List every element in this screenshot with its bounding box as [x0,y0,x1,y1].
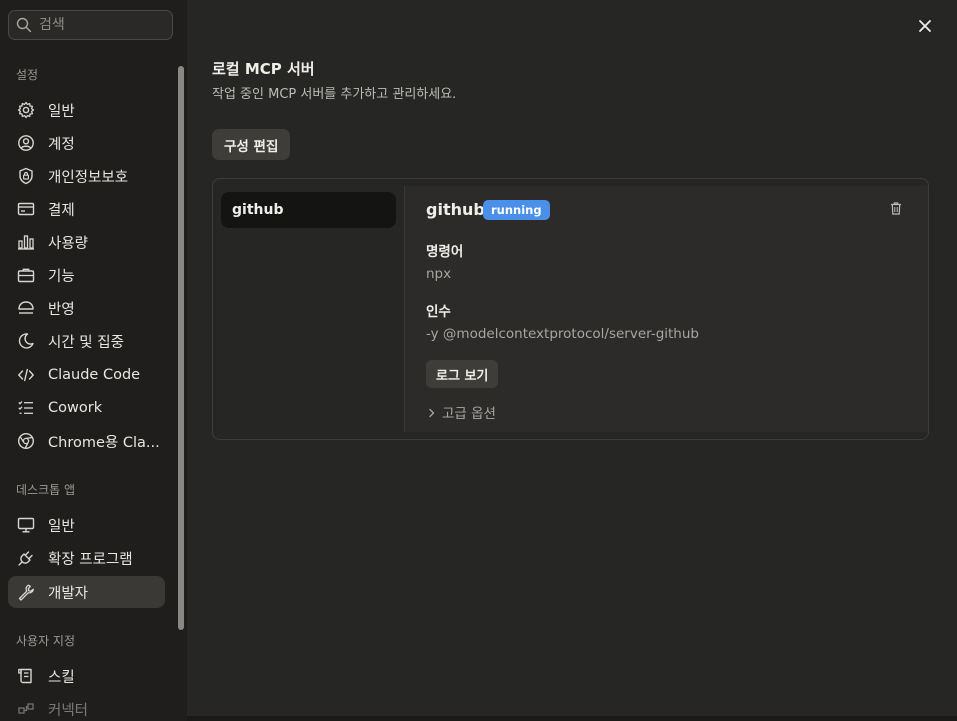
window-bottom-edge [187,716,957,721]
sidebar-item-skills[interactable]: 스킬 [8,660,165,692]
sidebar-item-label: 스킬 [48,669,75,686]
server-list-item-github[interactable]: github [221,192,396,228]
sidebar-item-connectors[interactable]: 커넥터 [8,693,165,721]
sidebar-item-billing[interactable]: 결제 [8,193,165,225]
args-value: -y @modelcontextprotocol/server-github [426,326,699,342]
sidebar-item-label: 반영 [48,301,75,318]
user-circle-icon [17,134,35,152]
main-content: 로컬 MCP 서버 작업 중인 MCP 서버를 추가하고 관리하세요. 구성 편… [187,0,957,721]
command-value: npx [426,266,452,282]
close-button[interactable] [914,16,936,38]
args-label: 인수 [426,304,451,320]
scroll-icon [17,667,35,685]
sidebar-scrollbar[interactable] [178,66,184,630]
delete-server-button[interactable] [889,200,903,219]
search-input[interactable] [39,17,159,33]
command-label: 명령어 [426,244,464,260]
close-icon [918,18,932,37]
sidebar-item-time-focus[interactable]: 시간 및 집중 [8,325,165,357]
sidebar-item-label: 일반 [48,103,75,120]
sidebar-item-features[interactable]: 기능 [8,259,165,291]
server-name: github [232,202,284,218]
globe-icon [17,432,35,450]
sidebar-item-label: 시간 및 집중 [48,334,124,351]
section-label-settings: 설정 [16,68,39,82]
umbrella-icon [17,299,35,317]
sidebar-item-label: 계정 [48,136,75,153]
chevron-right-icon [428,403,436,422]
sidebar-item-general[interactable]: 일반 [8,94,165,126]
sidebar-item-extensions[interactable]: 확장 프로그램 [8,542,165,574]
sidebar-item-label: 기능 [48,268,75,285]
sidebar-item-label: 개발자 [48,585,89,602]
sidebar-item-claude-code[interactable]: Claude Code [8,359,165,391]
code-icon [17,366,35,384]
trash-icon [890,200,902,219]
page-subtitle: 작업 중인 MCP 서버를 추가하고 관리하세요. [212,87,457,102]
connector-icon [17,700,35,718]
gear-icon [17,101,35,119]
sidebar-item-reflection[interactable]: 반영 [8,292,165,324]
sidebar-item-privacy[interactable]: 개인정보보호 [8,160,165,192]
plug-icon [17,549,35,567]
status-badge: running [483,200,550,220]
moon-icon [17,332,35,350]
server-detail: github running 명령어 npx 인수 -y @modelconte… [404,186,928,432]
bar-chart-icon [17,233,35,251]
sidebar-item-cowork[interactable]: Cowork [8,392,165,424]
monitor-icon [17,516,35,534]
search-box[interactable] [8,10,173,40]
edit-config-button[interactable]: 구성 편집 [212,129,291,160]
sidebar-item-developer[interactable]: 개발자 [8,576,165,608]
view-logs-button[interactable]: 로그 보기 [426,360,499,388]
page-title: 로컬 MCP 서버 [212,60,315,78]
search-icon [9,17,39,33]
credit-card-icon [17,200,35,218]
sidebar-item-label: Chrome용 Cla... [48,434,160,451]
sidebar-item-desktop-general[interactable]: 일반 [8,509,165,541]
sidebar-item-label: Cowork [48,400,103,416]
sidebar-item-label: 개인정보보호 [48,169,129,186]
sidebar-item-label: 확장 프로그램 [48,551,133,568]
sidebar-item-chrome[interactable]: Chrome용 Cla... [8,425,165,457]
sidebar-item-account[interactable]: 계정 [8,127,165,159]
wrench-icon [17,583,35,601]
sidebar-item-label: 일반 [48,518,75,535]
mcp-server-panel: github github running 명령어 npx 인수 -y @mod… [212,178,929,440]
shield-lock-icon [17,167,35,185]
sidebar-item-usage[interactable]: 사용량 [8,226,165,258]
sidebar-item-label: 결제 [48,202,75,219]
advanced-options-label: 고급 옵션 [442,406,496,422]
sidebar: 설정 일반 계정 개인정보보호 결제 사용량 기능 반영 시간 및 집중 Cla… [0,0,187,721]
checklist-icon [17,399,35,417]
advanced-options-toggle[interactable]: 고급 옵션 [428,402,496,422]
sidebar-item-label: Claude Code [48,367,141,383]
section-label-customize: 사용자 지정 [16,634,76,648]
sidebar-item-label: 사용량 [48,235,89,252]
sidebar-item-label: 커넥터 [48,702,89,719]
server-detail-title: github [426,200,485,219]
briefcase-icon [17,266,35,284]
section-label-desktop: 데스크톱 앱 [16,483,76,497]
